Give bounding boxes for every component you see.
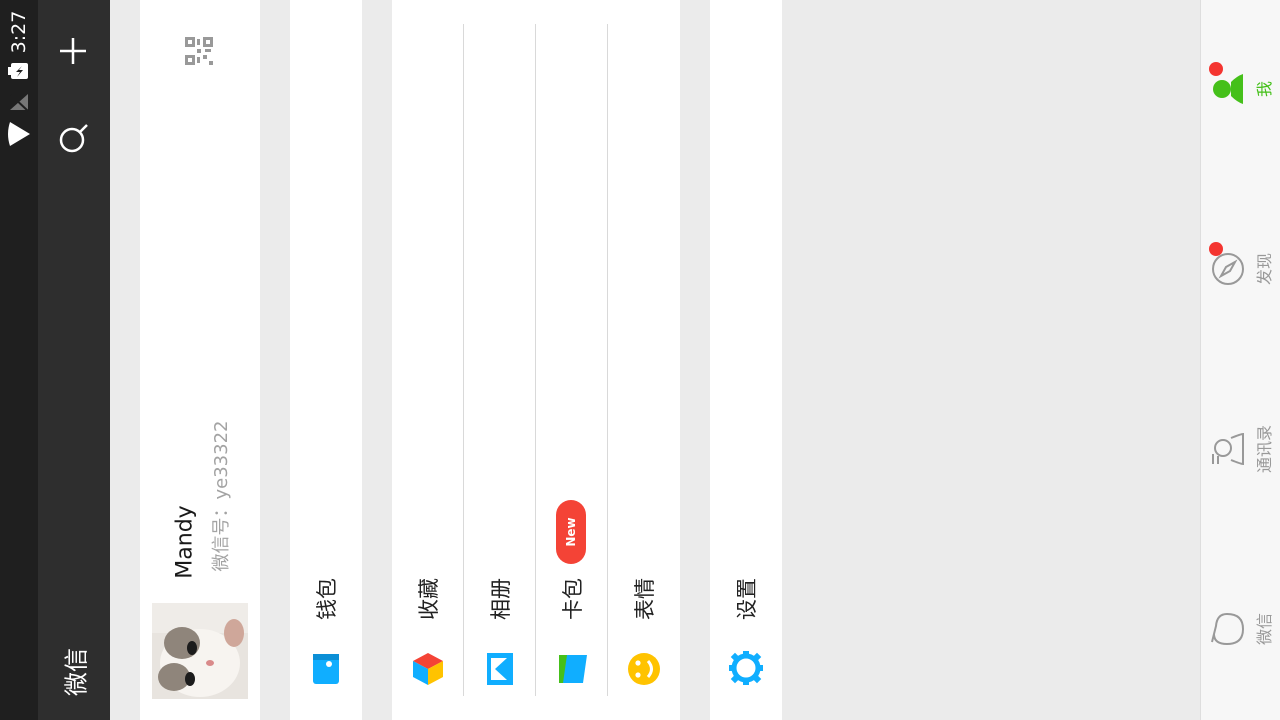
avatar[interactable] <box>152 603 248 699</box>
settings-label: 设置 <box>735 578 759 620</box>
compass-icon <box>1212 253 1244 285</box>
me-person-icon <box>1213 74 1243 104</box>
wechat-id: 微信号：ye33322 <box>211 420 232 572</box>
status-time: 3:27 <box>8 10 30 54</box>
tab-bar: 我 发现 通讯录 微信 <box>1200 0 1280 720</box>
profile-card[interactable]: Mandy 微信号：ye33322 <box>140 0 260 720</box>
favorites-row[interactable]: 收藏 <box>392 0 464 720</box>
app-title: 微信 <box>62 648 91 696</box>
empty-area <box>782 0 1200 720</box>
album-icon <box>487 653 513 685</box>
tab-contacts-label: 通讯录 <box>1255 424 1274 474</box>
cards-row[interactable]: 卡包 New <box>536 0 608 720</box>
sticker-smiley-icon <box>628 653 660 685</box>
qr-code-icon[interactable] <box>185 37 213 65</box>
settings-gear-icon <box>729 651 763 685</box>
contacts-icon <box>1212 432 1244 466</box>
settings-row[interactable]: 设置 <box>710 0 782 720</box>
stickers-row[interactable]: 表情 <box>608 0 680 720</box>
menu-group: 收藏 相册 卡包 New 表情 <box>392 0 680 720</box>
stickers-label: 表情 <box>633 578 657 620</box>
no-signal-icon <box>10 94 29 112</box>
wifi-icon <box>8 122 30 146</box>
status-bar: 3:27 <box>0 0 38 720</box>
album-row[interactable]: 相册 <box>464 0 536 720</box>
cards-label: 卡包 <box>561 578 585 620</box>
wallet-row[interactable]: 钱包 <box>290 0 362 720</box>
action-bar: 微信 <box>38 0 110 720</box>
profile-name: Mandy <box>172 505 198 579</box>
tab-contacts[interactable]: 通讯录 <box>1201 400 1280 500</box>
tab-me-label: 我 <box>1255 80 1274 98</box>
battery-charging-icon <box>8 63 28 79</box>
tab-chats[interactable]: 微信 <box>1201 580 1280 680</box>
new-badge-text: New <box>564 517 578 547</box>
tab-discover-label: 发现 <box>1255 252 1274 286</box>
favorites-cube-icon <box>413 653 443 685</box>
tab-discover[interactable]: 发现 <box>1201 220 1280 320</box>
album-label: 相册 <box>489 578 513 620</box>
chat-bubble-icon <box>1211 612 1245 646</box>
search-icon[interactable] <box>58 122 90 154</box>
card-pack-icon <box>559 655 587 683</box>
tab-chats-label: 微信 <box>1255 612 1274 646</box>
wallet-label: 钱包 <box>315 578 339 620</box>
favorites-label: 收藏 <box>417 578 441 620</box>
wallet-icon <box>313 654 339 684</box>
add-icon[interactable] <box>58 36 88 66</box>
tab-me[interactable]: 我 <box>1201 40 1280 140</box>
new-badge: New <box>556 500 586 564</box>
